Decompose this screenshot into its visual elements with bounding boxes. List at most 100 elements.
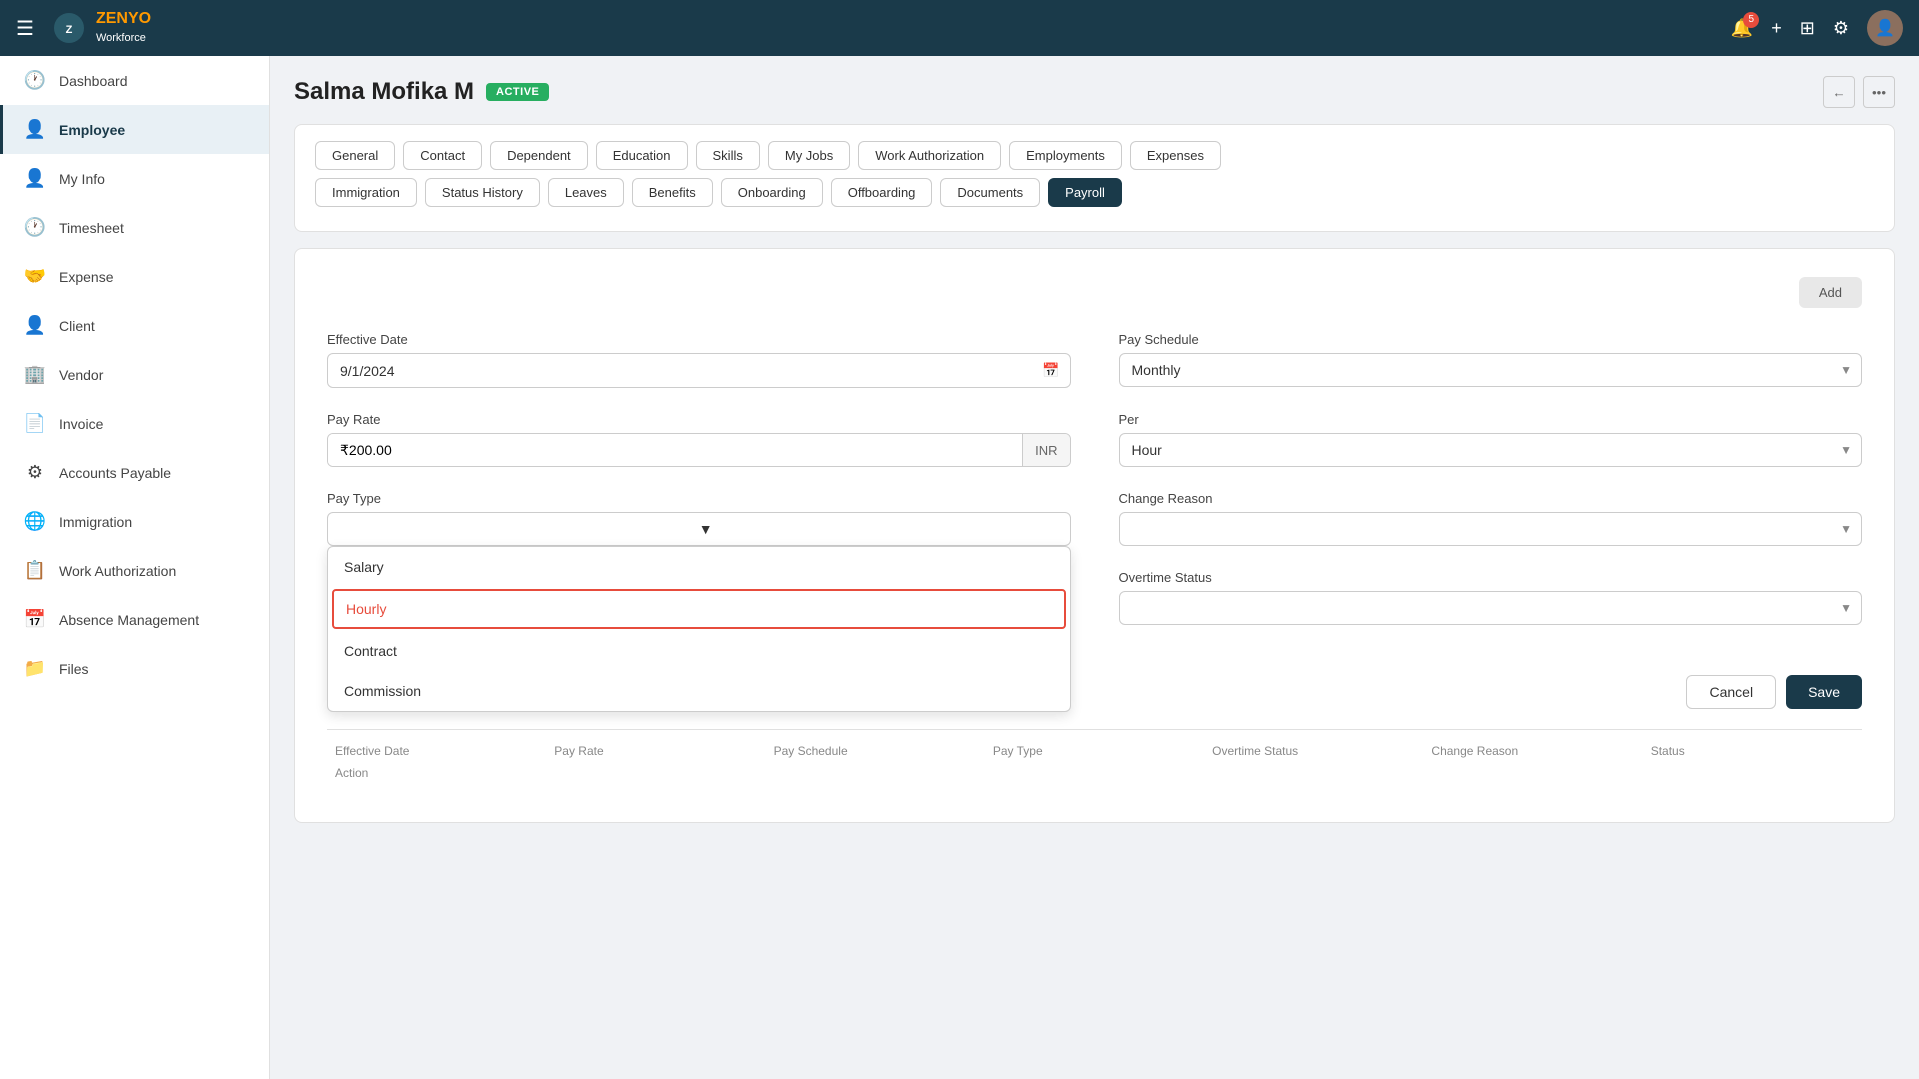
svg-text:Z: Z <box>66 24 73 36</box>
sidebar-label-client: Client <box>59 318 95 334</box>
tab-benefits[interactable]: Benefits <box>632 178 713 207</box>
sidebar-item-client[interactable]: 👤 Client <box>0 301 269 350</box>
sidebar-item-dashboard[interactable]: 🕐 Dashboard <box>0 56 269 105</box>
pay-type-input[interactable]: ▼ <box>327 512 1071 546</box>
tabs-row-2: Immigration Status History Leaves Benefi… <box>315 178 1874 207</box>
add-btn-row: Add <box>327 277 1862 308</box>
tab-skills[interactable]: Skills <box>696 141 760 170</box>
sidebar-item-invoice[interactable]: 📄 Invoice <box>0 399 269 448</box>
sidebar-item-timesheet[interactable]: 🕐 Timesheet <box>0 203 269 252</box>
pay-type-option-commission[interactable]: Commission <box>328 671 1070 711</box>
sidebar-item-accounts-payable[interactable]: ⚙ Accounts Payable <box>0 448 269 497</box>
sidebar-item-files[interactable]: 📁 Files <box>0 644 269 693</box>
grid-icon[interactable]: ⊞ <box>1800 18 1815 39</box>
sidebar-item-expense[interactable]: 🤝 Expense <box>0 252 269 301</box>
per-select[interactable]: Hour Day Week Month Year <box>1119 433 1863 467</box>
back-button[interactable]: ← <box>1823 76 1855 108</box>
notification-badge: 5 <box>1743 12 1759 28</box>
add-button[interactable]: Add <box>1799 277 1862 308</box>
client-icon: 👤 <box>23 315 47 336</box>
table-col-overtime-status: Overtime Status <box>1204 740 1423 762</box>
form-grid: Effective Date 📅 Pay Schedule Monthly We… <box>327 332 1862 651</box>
navbar: ☰ Z ZENYO Workforce 🔔 5 + ⊞ ⚙ 👤 <box>0 0 1919 56</box>
pay-rate-group: Pay Rate INR <box>327 412 1071 467</box>
sidebar-item-employee[interactable]: 👤 Employee <box>0 105 269 154</box>
page-title: Salma Mofika M <box>294 78 474 106</box>
pay-type-option-hourly[interactable]: Hourly <box>332 589 1066 629</box>
pay-schedule-select-wrapper: Monthly Weekly Bi-Weekly Semi-Monthly ▼ <box>1119 353 1863 387</box>
tab-contact[interactable]: Contact <box>403 141 482 170</box>
sidebar-label-vendor: Vendor <box>59 367 103 383</box>
add-icon[interactable]: + <box>1771 18 1782 39</box>
sidebar-item-immigration[interactable]: 🌐 Immigration <box>0 497 269 546</box>
sidebar-item-absence-management[interactable]: 📅 Absence Management <box>0 595 269 644</box>
pay-type-group: Pay Type ▼ Salary Hourly Contract Commis… <box>327 491 1071 546</box>
tab-myjobs[interactable]: My Jobs <box>768 141 850 170</box>
overtime-status-select-wrapper: Exempt Non-Exempt ▼ <box>1119 591 1863 625</box>
tab-employments[interactable]: Employments <box>1009 141 1122 170</box>
sidebar-label-files: Files <box>59 661 89 677</box>
sidebar-label-work-authorization: Work Authorization <box>59 563 176 579</box>
header-actions: ← ••• <box>1823 76 1895 108</box>
tab-offboarding[interactable]: Offboarding <box>831 178 933 207</box>
table-header: Effective Date Pay Rate Pay Schedule Pay… <box>327 729 1862 794</box>
overtime-status-group: Overtime Status Exempt Non-Exempt ▼ <box>1119 570 1863 651</box>
tab-general[interactable]: General <box>315 141 395 170</box>
pay-type-option-salary[interactable]: Salary <box>328 547 1070 587</box>
sidebar-item-vendor[interactable]: 🏢 Vendor <box>0 350 269 399</box>
sidebar-label-myinfo: My Info <box>59 171 105 187</box>
more-button[interactable]: ••• <box>1863 76 1895 108</box>
per-group: Per Hour Day Week Month Year ▼ <box>1119 412 1863 467</box>
logo-text: ZENYO Workforce <box>96 10 151 46</box>
overtime-status-select[interactable]: Exempt Non-Exempt <box>1119 591 1863 625</box>
hamburger-icon[interactable]: ☰ <box>16 16 34 41</box>
work-auth-icon: 📋 <box>23 560 47 581</box>
tab-status-history[interactable]: Status History <box>425 178 540 207</box>
pay-type-label: Pay Type <box>327 491 1071 506</box>
navbar-right: 🔔 5 + ⊞ ⚙ 👤 <box>1731 10 1903 46</box>
tab-dependent[interactable]: Dependent <box>490 141 588 170</box>
effective-date-input[interactable] <box>328 355 1032 387</box>
accounts-payable-icon: ⚙ <box>23 462 47 483</box>
table-col-status: Status <box>1643 740 1862 762</box>
tabs-row-1: General Contact Dependent Education Skil… <box>315 141 1874 170</box>
change-reason-select[interactable]: New Hire Promotion Annual Review Adjustm… <box>1119 512 1863 546</box>
logo: Z ZENYO Workforce <box>50 9 151 47</box>
main-content: Salma Mofika M ACTIVE ← ••• General Cont… <box>270 56 1919 1079</box>
tabs-card: General Contact Dependent Education Skil… <box>294 124 1895 232</box>
absence-icon: 📅 <box>23 609 47 630</box>
table-col-pay-rate: Pay Rate <box>546 740 765 762</box>
pay-schedule-select[interactable]: Monthly Weekly Bi-Weekly Semi-Monthly <box>1119 353 1863 387</box>
table-col-change-reason: Change Reason <box>1423 740 1642 762</box>
tab-expenses[interactable]: Expenses <box>1130 141 1221 170</box>
pay-rate-input[interactable] <box>328 434 1022 466</box>
tab-onboarding[interactable]: Onboarding <box>721 178 823 207</box>
page-header: Salma Mofika M ACTIVE ← ••• <box>294 76 1895 108</box>
avatar[interactable]: 👤 <box>1867 10 1903 46</box>
cancel-button[interactable]: Cancel <box>1686 675 1776 709</box>
pay-type-dropdown: Salary Hourly Contract Commission <box>327 546 1071 712</box>
change-reason-select-wrapper: New Hire Promotion Annual Review Adjustm… <box>1119 512 1863 546</box>
tab-payroll[interactable]: Payroll <box>1048 178 1122 207</box>
notification-icon[interactable]: 🔔 5 <box>1731 18 1753 39</box>
layout: 🕐 Dashboard 👤 Employee 👤 My Info 🕐 Times… <box>0 56 1919 1079</box>
sidebar-label-invoice: Invoice <box>59 416 103 432</box>
expense-icon: 🤝 <box>23 266 47 287</box>
pay-schedule-group: Pay Schedule Monthly Weekly Bi-Weekly Se… <box>1119 332 1863 388</box>
immigration-icon: 🌐 <box>23 511 47 532</box>
settings-icon[interactable]: ⚙ <box>1833 18 1849 39</box>
save-button[interactable]: Save <box>1786 675 1862 709</box>
pay-type-option-contract[interactable]: Contract <box>328 631 1070 671</box>
tab-documents[interactable]: Documents <box>940 178 1040 207</box>
sidebar-item-work-authorization[interactable]: 📋 Work Authorization <box>0 546 269 595</box>
change-reason-label: Change Reason <box>1119 491 1863 506</box>
tab-immigration[interactable]: Immigration <box>315 178 417 207</box>
sidebar-item-myinfo[interactable]: 👤 My Info <box>0 154 269 203</box>
effective-date-input-wrapper[interactable]: 📅 <box>327 353 1071 388</box>
tab-education[interactable]: Education <box>596 141 688 170</box>
tab-work-authorization[interactable]: Work Authorization <box>858 141 1001 170</box>
calendar-icon[interactable]: 📅 <box>1032 354 1069 387</box>
navbar-left: ☰ Z ZENYO Workforce <box>16 9 151 47</box>
tab-leaves[interactable]: Leaves <box>548 178 624 207</box>
status-badge: ACTIVE <box>486 83 549 101</box>
